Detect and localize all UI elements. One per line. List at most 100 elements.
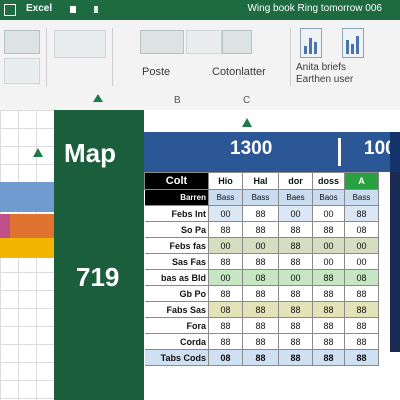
table-cell[interactable]: 00	[344, 237, 379, 254]
table-cell[interactable]: 88	[242, 333, 279, 350]
chart-label: Anita briefs	[296, 62, 347, 73]
table-cell[interactable]: 88	[242, 301, 279, 318]
table-cell[interactable]: 88	[344, 317, 379, 334]
clipboard-button[interactable]	[4, 58, 40, 84]
table-cell[interactable]: 00	[208, 269, 243, 286]
table-cell[interactable]: 88	[278, 301, 313, 318]
table-cell[interactable]: 00	[312, 205, 345, 222]
table-cell[interactable]: 88	[344, 301, 379, 318]
table-cell[interactable]: 88	[312, 221, 345, 238]
paste-button[interactable]	[4, 30, 40, 54]
table-cell[interactable]: 88	[208, 221, 243, 238]
cells-button[interactable]	[222, 30, 252, 54]
format-button[interactable]	[140, 30, 184, 54]
column-header[interactable]: Hal	[242, 172, 279, 190]
table-cell[interactable]: 00	[344, 253, 379, 270]
table-cell[interactable]: 00	[312, 237, 345, 254]
table-cell[interactable]: 88	[278, 285, 313, 302]
table-cell[interactable]: 00	[312, 253, 345, 270]
ribbon-separator	[46, 28, 47, 86]
table-cell[interactable]: 08	[242, 269, 279, 286]
bar-chart-icon[interactable]	[300, 28, 322, 58]
subheader-cell[interactable]: Bass	[344, 189, 379, 206]
table-cell[interactable]: 88	[242, 205, 279, 222]
table-cell[interactable]: 08	[344, 221, 379, 238]
ribbon-group-label: Cotonlatter	[212, 66, 266, 78]
table-cell[interactable]: 88	[242, 221, 279, 238]
table-cell[interactable]: 88	[312, 301, 345, 318]
table-cell[interactable]: 88	[278, 317, 313, 334]
table-cell[interactable]: 00	[242, 237, 279, 254]
map-card: Map 719	[54, 110, 144, 400]
undo-icon[interactable]	[94, 6, 98, 13]
table-cell[interactable]: 88	[242, 317, 279, 334]
column-header[interactable]: C	[243, 95, 250, 106]
column-header[interactable]: Hio	[208, 172, 243, 190]
table-cell[interactable]: 88	[208, 253, 243, 270]
subheader-cell[interactable]: Baes	[278, 189, 313, 206]
table-cell[interactable]: 88	[278, 221, 313, 238]
column-header[interactable]: doss	[312, 172, 345, 190]
table-row: Gb Po 88 88 88 88 88	[144, 285, 379, 302]
color-swatch-yellow	[0, 238, 54, 258]
table-cell[interactable]: 88	[312, 317, 345, 334]
row-label: Fabs Sas	[144, 301, 209, 318]
column-chart-icon[interactable]	[342, 28, 364, 58]
table-cell[interactable]: 88	[278, 237, 313, 254]
table-cell[interactable]: 00	[208, 237, 243, 254]
row-label: Febs lnt	[144, 205, 209, 222]
chart-label: Earthen user	[296, 74, 354, 85]
panel-header: 1300 100	[144, 132, 400, 172]
subheader-cell[interactable]: Baos	[312, 189, 345, 206]
table-cell[interactable]: 88	[242, 285, 279, 302]
table-cell[interactable]: 88	[344, 205, 379, 222]
column-header[interactable]: dor	[278, 172, 313, 190]
total-cell[interactable]: 08	[208, 349, 243, 366]
table-cell[interactable]: 88	[312, 333, 345, 350]
ribbon-separator	[290, 28, 291, 86]
table-cell[interactable]: 88	[278, 253, 313, 270]
color-swatch-magenta	[0, 214, 10, 238]
table-cell[interactable]: 88	[344, 285, 379, 302]
table-cell[interactable]: 88	[208, 317, 243, 334]
table-cell[interactable]: 00	[208, 205, 243, 222]
table-cell[interactable]: 88	[344, 333, 379, 350]
ribbon-separator	[112, 28, 113, 86]
total-cell[interactable]: 88	[344, 349, 379, 366]
table-row: Corda 88 88 88 88 88	[144, 333, 379, 350]
row-label: bas as Bld	[144, 269, 209, 286]
title-bar: Excel Wing book Ring tomorrow 006	[0, 0, 400, 20]
table-cell[interactable]: 00	[278, 205, 313, 222]
table-cell[interactable]: 88	[278, 333, 313, 350]
table-cell[interactable]: 08	[208, 301, 243, 318]
table-cell[interactable]: 88	[208, 285, 243, 302]
table-cell[interactable]: 88	[208, 333, 243, 350]
table-header-row: Colt Hio Hal dor doss A	[144, 172, 379, 190]
quick-access-icon[interactable]	[4, 4, 16, 16]
total-cell[interactable]: 88	[278, 349, 313, 366]
table-row: So Pa 88 88 88 88 08	[144, 221, 379, 238]
font-group-button[interactable]	[54, 30, 106, 58]
total-cell[interactable]: 88	[242, 349, 279, 366]
header-value-left: 1300	[230, 138, 273, 159]
table-row: Sas Fas 88 88 88 00 00	[144, 253, 379, 270]
table-row: Febs lnt 00 88 00 00 88	[144, 205, 379, 222]
table-cell[interactable]: 88	[242, 253, 279, 270]
table-cell[interactable]: 08	[344, 269, 379, 286]
table-cell[interactable]: 88	[312, 285, 345, 302]
header-edge	[390, 132, 400, 172]
subheader-cell[interactable]: Bass	[242, 189, 279, 206]
column-header[interactable]: B	[174, 95, 181, 106]
total-cell[interactable]: 88	[312, 349, 345, 366]
table-row: bas as Bld 00 08 00 88 08	[144, 269, 379, 286]
table-cell[interactable]: 00	[278, 269, 313, 286]
panel-side-edge	[390, 172, 400, 352]
subheader-cell[interactable]: Bass	[208, 189, 243, 206]
table-cell[interactable]: 88	[312, 269, 345, 286]
save-icon[interactable]	[70, 6, 76, 13]
row-label: Fora	[144, 317, 209, 334]
column-header-selected[interactable]: A	[344, 172, 379, 190]
align-button[interactable]	[186, 30, 222, 54]
cell-indicator-icon	[33, 148, 43, 157]
sheet-grid-left[interactable]	[0, 110, 54, 400]
